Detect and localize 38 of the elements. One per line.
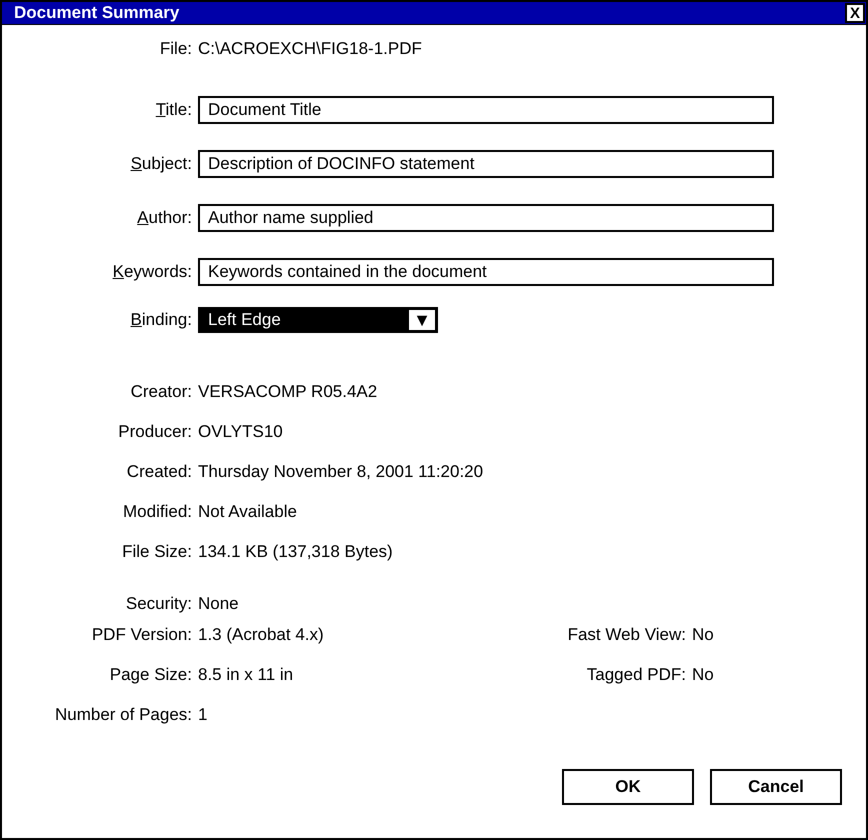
info-value: 1: [198, 705, 208, 725]
info-value: OVLYTS10: [198, 422, 284, 442]
close-button[interactable]: X: [845, 3, 865, 23]
text-field[interactable]: Document Title: [198, 96, 774, 124]
ok-button[interactable]: OK: [562, 769, 694, 805]
info-value: 8.5 in x 11 in: [198, 665, 294, 685]
text-field[interactable]: Description of DOCINFO statement: [198, 150, 774, 178]
field-label: File:: [158, 39, 192, 59]
info-value: 1.3 (Acrobat 4.x): [198, 625, 325, 645]
info-label: File Size:: [121, 542, 192, 562]
info-value: Thursday November 8, 2001 11:20:20: [198, 462, 484, 482]
info-value: None: [198, 594, 240, 614]
info-value: Not Available: [198, 502, 298, 522]
info-value: No: [692, 625, 715, 645]
field-label: Author:: [136, 208, 192, 228]
info-label: Security:: [124, 594, 192, 614]
text-field[interactable]: Keywords contained in the document: [198, 258, 774, 286]
field-value: C:\ACROEXCH\FIG18-1.PDF: [198, 39, 423, 59]
info-label: Fast Web View:: [566, 625, 686, 645]
info-value: No: [692, 665, 715, 685]
cancel-button[interactable]: Cancel: [710, 769, 842, 805]
text-field[interactable]: Author name supplied: [198, 204, 774, 232]
info-value: 134.1 KB (137,318 Bytes): [198, 542, 394, 562]
window-title: Document Summary: [13, 3, 180, 23]
field-label: Binding:: [130, 310, 192, 330]
info-label: Page Size:: [108, 665, 192, 685]
info-value: VERSACOMP R05.4A2: [198, 382, 378, 402]
binding-dropdown[interactable]: Left Edge ▼: [198, 307, 438, 333]
field-label: Title:: [154, 100, 192, 120]
info-label: Number of Pages:: [54, 705, 192, 725]
info-label: Producer:: [117, 422, 192, 442]
info-label: Creator:: [130, 382, 192, 402]
info-label: PDF Version:: [90, 625, 192, 645]
info-label: Created:: [126, 462, 192, 482]
info-label: Tagged PDF:: [586, 665, 686, 685]
field-label: Subject:: [130, 154, 192, 174]
info-label: Modified:: [122, 502, 192, 522]
field-label: Keywords:: [112, 262, 192, 282]
